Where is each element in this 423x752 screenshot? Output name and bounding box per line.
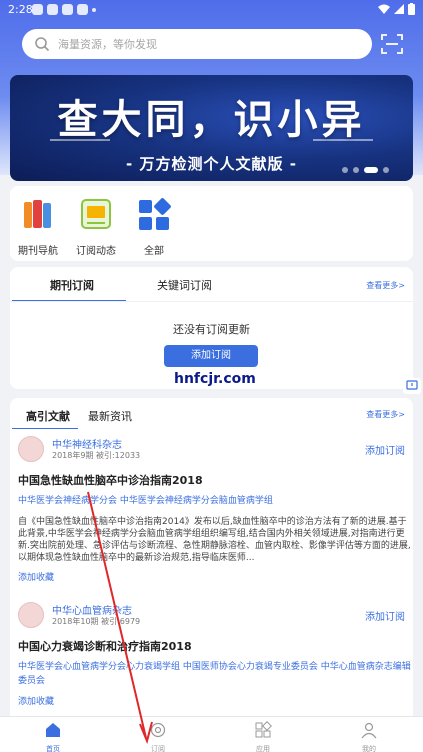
quick-link-all[interactable]: 全部 xyxy=(129,196,179,257)
battery-icon xyxy=(408,3,415,15)
literature-tabs: 高引文献 最新资讯 查看更多> xyxy=(10,398,413,432)
nav-apps[interactable]: 应用 xyxy=(243,721,283,752)
active-tab-indicator xyxy=(12,428,78,429)
pager-dot xyxy=(353,167,359,173)
article-item[interactable]: 中华神经科杂志 2018年9期 被引:12033 添加订阅 中国急性缺血性脑卒中… xyxy=(10,436,413,586)
article-authors[interactable]: 中华医学会心血管病学分会心力衰竭学组 中国医师协会心力衰竭专业委员会 中华心血管… xyxy=(18,660,413,688)
nav-home[interactable]: 首页 xyxy=(33,721,73,752)
subscription-more-link[interactable]: 查看更多> xyxy=(366,280,405,291)
apps-icon xyxy=(255,721,272,738)
journal-name[interactable]: 中华心血管病杂志 xyxy=(52,602,132,617)
watermark-text: hnfcjr.com xyxy=(174,371,256,387)
nav-subscription[interactable]: 订阅 xyxy=(138,721,178,752)
scan-icon[interactable] xyxy=(380,32,404,56)
banner-pager xyxy=(342,167,389,173)
search-input[interactable] xyxy=(58,37,338,51)
quick-link-label: 期刊导航 xyxy=(18,246,58,257)
wanfang-notification-icon xyxy=(62,4,73,15)
journal-cover-thumbnail xyxy=(18,436,44,462)
article-meta: 2018年10期 被引:6979 xyxy=(52,617,141,626)
journal-name[interactable]: 中华神经科杂志 xyxy=(52,436,122,451)
quick-link-journal-nav[interactable]: 期刊导航 xyxy=(13,196,63,257)
home-icon xyxy=(46,723,60,737)
feedback-icon xyxy=(406,380,418,390)
journal-cover-thumbnail xyxy=(18,602,44,628)
quick-link-subscription-feed[interactable]: 订阅动态 xyxy=(71,196,121,257)
literature-card: 高引文献 最新资讯 查看更多> 中华神经科杂志 2018年9期 被引:12033… xyxy=(10,398,413,716)
search-bar[interactable] xyxy=(22,29,372,59)
subscription-tabs: 期刊订阅 关键词订阅 查看更多> xyxy=(10,267,413,302)
status-bar: 2:28 xyxy=(0,0,423,20)
tab-journal-subscription[interactable]: 期刊订阅 xyxy=(50,277,94,293)
nav-label: 首页 xyxy=(46,745,60,752)
tab-highly-cited[interactable]: 高引文献 xyxy=(26,408,70,424)
add-favorite-link[interactable]: 添加收藏 xyxy=(18,570,54,583)
more-notifications-dot-icon xyxy=(92,8,96,12)
nav-label: 应用 xyxy=(256,745,270,752)
notification-icons xyxy=(32,4,96,15)
subscription-feed-icon xyxy=(81,199,111,229)
add-favorite-link[interactable]: 添加收藏 xyxy=(18,694,54,707)
tab-latest-news[interactable]: 最新资讯 xyxy=(88,408,132,424)
banner-title: 查大同，识小异 xyxy=(57,97,366,143)
signal-icon xyxy=(394,4,404,14)
empty-subscription-text: 还没有订阅更新 xyxy=(173,323,250,336)
add-subscription-link[interactable]: 添加订阅 xyxy=(365,608,405,623)
nav-profile[interactable]: 我的 xyxy=(349,721,389,752)
article-abstract: 自《中国急性缺血性脑卒中诊治指南2014》发布以后,缺血性脑卒中的诊治方法有了新… xyxy=(18,517,411,563)
journal-nav-icon xyxy=(24,200,51,228)
nav-label: 我的 xyxy=(362,745,376,752)
app-notification-icon xyxy=(47,4,58,15)
quick-link-label: 订阅动态 xyxy=(76,246,116,257)
pager-dot xyxy=(342,167,348,173)
tab-keyword-subscription[interactable]: 关键词订阅 xyxy=(157,277,212,293)
add-subscription-link[interactable]: 添加订阅 xyxy=(365,442,405,457)
search-icon xyxy=(35,37,50,52)
bottom-navigation: 首页 订阅 应用 我的 xyxy=(0,716,423,752)
feedback-button[interactable] xyxy=(403,378,421,394)
literature-more-link[interactable]: 查看更多> xyxy=(366,409,405,420)
quick-link-label: 全部 xyxy=(144,246,164,257)
pager-dot xyxy=(383,167,389,173)
wanfang-notification-icon-2 xyxy=(77,4,88,15)
add-subscription-button[interactable]: 添加订阅 xyxy=(164,345,258,367)
calendar-notification-icon xyxy=(32,4,43,15)
pager-dot-active xyxy=(364,167,378,173)
article-item[interactable]: 中华心血管病杂志 2018年10期 被引:6979 添加订阅 中国心力衰竭诊断和… xyxy=(10,602,413,712)
article-title[interactable]: 中国心力衰竭诊断和治疗指南2018 xyxy=(18,638,192,654)
article-meta: 2018年9期 被引:12033 xyxy=(52,451,141,460)
quick-links-card: 期刊导航 订阅动态 全部 xyxy=(10,186,413,261)
promo-banner[interactable]: 查大同，识小异 - 万方检测个人文献版 - xyxy=(10,75,413,181)
wifi-icon xyxy=(378,4,390,14)
profile-icon xyxy=(361,722,377,739)
subscription-icon xyxy=(150,722,166,738)
status-right xyxy=(378,3,415,15)
tab-divider xyxy=(10,301,413,302)
article-authors[interactable]: 中华医学会神经病学分会 中华医学会神经病学分会脑血管病学组 xyxy=(18,494,413,508)
status-time: 2:28 xyxy=(8,3,33,16)
all-apps-icon xyxy=(139,198,171,230)
nav-label: 订阅 xyxy=(151,745,165,752)
article-title[interactable]: 中国急性缺血性脑卒中诊治指南2018 xyxy=(18,472,203,488)
